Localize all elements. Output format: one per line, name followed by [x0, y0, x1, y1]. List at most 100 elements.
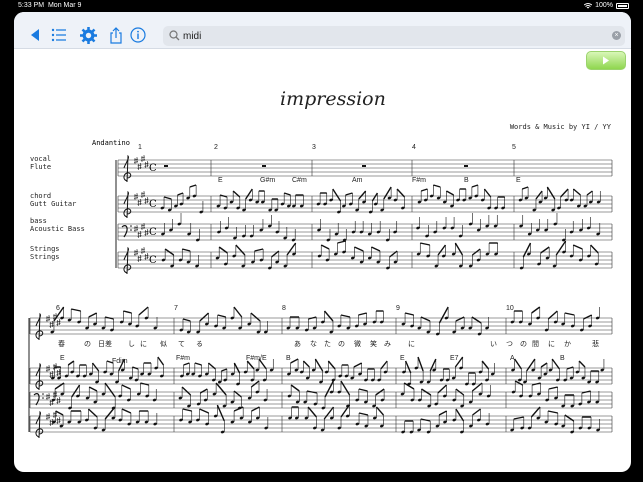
- note-beam: [307, 406, 318, 418]
- note-beam: [181, 386, 192, 396]
- info-icon: [130, 27, 146, 43]
- note-beam: [566, 366, 574, 370]
- note-beam: [404, 312, 414, 316]
- instrument-program: Gutt Guitar: [30, 200, 77, 208]
- chord-symbol: B: [560, 355, 565, 362]
- time-signature: C: [149, 255, 157, 266]
- chord-symbol: C#m: [292, 177, 307, 184]
- note-beam: [104, 382, 116, 398]
- note-beam: [163, 196, 172, 200]
- lyric-syllable: の: [520, 340, 527, 348]
- lyric-syllable: か: [564, 340, 571, 348]
- note-beam: [548, 386, 558, 390]
- settings-button[interactable]: [79, 26, 97, 44]
- chord-symbol: Fdim: [112, 358, 128, 365]
- lyric-syllable: あ: [294, 340, 301, 348]
- note-beam: [513, 416, 524, 420]
- measure-number: 6: [56, 305, 60, 312]
- note-beam: [417, 356, 424, 372]
- measure-number: 5: [512, 144, 516, 151]
- lyric-syllable: み: [384, 340, 391, 348]
- note-beam: [290, 358, 299, 364]
- chord-symbol: Am: [352, 177, 363, 184]
- lyric-syllable: た: [324, 340, 331, 348]
- note-beam: [535, 190, 543, 200]
- note-beam: [332, 188, 342, 202]
- share-button[interactable]: [107, 26, 125, 44]
- note-beam: [472, 408, 481, 416]
- app-screen: × C C C C impression Words & Music by YI / …: [14, 12, 631, 472]
- measure-number: 8: [282, 305, 286, 312]
- note-beam: [182, 318, 191, 322]
- instrument-name: chord: [30, 192, 52, 200]
- note-beam: [308, 316, 317, 320]
- score-title: impression: [280, 88, 386, 110]
- battery-level: 100%: [595, 2, 613, 9]
- sharp-sign: [56, 319, 61, 326]
- sharp-sign: [140, 155, 146, 162]
- search-icon: [169, 30, 180, 41]
- note-beam: [547, 410, 558, 414]
- list-button[interactable]: [50, 26, 68, 44]
- chord-symbol: F#m: [176, 355, 190, 362]
- measure-number: 10: [506, 305, 514, 312]
- note-beam: [438, 306, 449, 324]
- note-beam: [104, 316, 114, 320]
- note-beam: [514, 358, 523, 370]
- search-bar[interactable]: ×: [163, 26, 625, 46]
- measure-number: 7: [174, 305, 178, 312]
- note-beam: [91, 362, 100, 372]
- note-beam: [353, 362, 362, 368]
- note-beam: [320, 244, 330, 250]
- note-beam: [358, 412, 369, 416]
- instrument-program: Strings: [30, 253, 60, 261]
- note-beam: [219, 194, 228, 198]
- note-beam: [254, 248, 264, 252]
- sharp-sign: [56, 417, 61, 424]
- back-button[interactable]: [26, 26, 44, 44]
- lyric-syllable: つ: [506, 340, 513, 348]
- note-beam: [564, 312, 575, 316]
- note-beam: [404, 360, 412, 374]
- share-icon: [110, 26, 122, 44]
- lyric-syllable: し: [128, 340, 135, 348]
- note-beam: [572, 244, 583, 250]
- sharp-sign: [144, 253, 149, 260]
- note-beam: [455, 316, 465, 322]
- sharp-sign: [133, 193, 139, 200]
- note-beam: [71, 308, 81, 312]
- note-beam: [88, 386, 98, 392]
- sharp-sign: [140, 191, 146, 198]
- note-beam: [194, 362, 202, 366]
- lyric-syllable: 間: [532, 340, 539, 348]
- info-button[interactable]: [129, 26, 147, 44]
- lyric-syllable: の: [338, 340, 345, 348]
- chord-symbol: E7: [450, 355, 459, 362]
- bass-clef-dot: [130, 229, 132, 231]
- bass-clef-dot: [42, 397, 44, 399]
- whole-rest: [464, 165, 468, 167]
- note-beam: [438, 410, 447, 416]
- sharp-sign: [45, 393, 51, 400]
- note-beam: [88, 312, 97, 318]
- note-beam: [345, 192, 353, 196]
- gear-icon: [79, 26, 97, 44]
- clear-icon[interactable]: ×: [612, 31, 621, 40]
- note-beam: [521, 186, 529, 190]
- score-credit: Words & Music by YI / YY: [509, 123, 611, 131]
- instrument-program: Acoustic Bass: [30, 225, 85, 233]
- search-input[interactable]: [183, 28, 583, 44]
- score-sheet: C C C C impression Words & Music by YI / YY…: [14, 50, 631, 472]
- note-beam: [337, 240, 346, 244]
- note-beam: [199, 388, 208, 394]
- note-beam: [530, 406, 541, 418]
- lyric-syllable: 微: [354, 340, 361, 348]
- sharp-sign: [144, 161, 149, 168]
- bass-clef-dot: [130, 225, 132, 227]
- back-triangle-icon: [31, 29, 39, 41]
- measure-number: 4: [412, 144, 416, 151]
- sharp-sign: [144, 229, 149, 236]
- note-beam: [578, 360, 586, 368]
- note-beam: [358, 388, 368, 392]
- note-beam: [433, 184, 441, 188]
